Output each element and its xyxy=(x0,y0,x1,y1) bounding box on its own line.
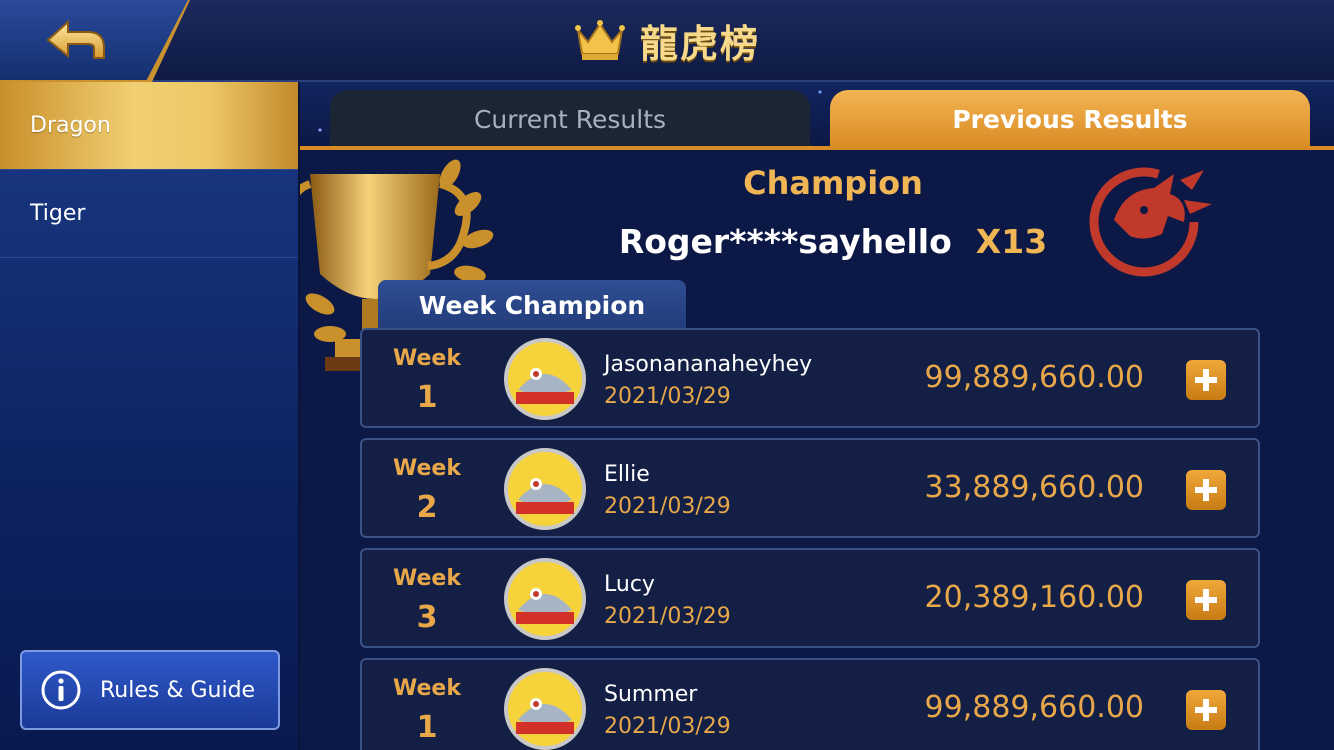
champion-label: Champion xyxy=(743,164,923,202)
player-name: Lucy xyxy=(604,572,655,597)
entry-date: 2021/03/29 xyxy=(604,384,731,409)
entry-date: 2021/03/29 xyxy=(604,714,731,739)
plus-icon xyxy=(1195,369,1217,391)
list-item: Week 2 Ellie 2021/03/29 33,889,660.00 xyxy=(360,438,1260,538)
score-amount: 20,389,160.00 xyxy=(924,580,1144,615)
title-group: 龍虎榜 xyxy=(0,0,1334,80)
top-bar: 龍虎榜 xyxy=(0,0,1334,82)
expand-button[interactable] xyxy=(1186,690,1226,730)
tab-current-results[interactable]: Current Results xyxy=(330,90,810,148)
avatar-icon xyxy=(504,448,586,530)
tab-underline xyxy=(300,146,1334,150)
expand-button[interactable] xyxy=(1186,580,1226,620)
score-amount: 99,889,660.00 xyxy=(924,360,1144,395)
sidebar-item-tiger[interactable]: Tiger xyxy=(0,170,298,258)
plus-icon xyxy=(1195,589,1217,611)
entry-date: 2021/03/29 xyxy=(604,604,731,629)
tab-previous-results[interactable]: Previous Results xyxy=(830,90,1310,148)
dragon-emblem-icon xyxy=(1089,167,1212,277)
sidebar: Dragon Tiger Rules & Guide xyxy=(0,82,300,750)
score-amount: 33,889,660.00 xyxy=(924,470,1144,505)
rules-guide-button[interactable]: Rules & Guide xyxy=(20,650,280,730)
plus-icon xyxy=(1195,699,1217,721)
player-name: Jasonananaheyhey xyxy=(604,352,813,377)
champion-row: Roger****sayhello X13 xyxy=(600,222,1066,261)
week-number: 1 xyxy=(416,710,438,745)
week-number: 3 xyxy=(416,600,438,635)
list-item: Week 3 Lucy 2021/03/29 20,389,160.00 xyxy=(360,548,1260,648)
week-champion-list: Week 1 Jasonananaheyhey 2021/03/29 99,88… xyxy=(360,328,1260,750)
crown-icon xyxy=(574,20,625,60)
week-number: 1 xyxy=(416,380,438,415)
avatar-icon xyxy=(504,338,586,420)
avatar-icon xyxy=(504,668,586,750)
rules-guide-label: Rules & Guide xyxy=(100,677,256,703)
expand-button[interactable] xyxy=(1186,470,1226,510)
score-amount: 99,889,660.00 xyxy=(924,690,1144,725)
champion-multiplier: X13 xyxy=(975,222,1048,261)
info-icon xyxy=(41,670,81,710)
week-label: Week xyxy=(393,456,461,481)
player-name: Ellie xyxy=(604,462,650,487)
sidebar-item-dragon[interactable]: Dragon xyxy=(0,82,298,170)
expand-button[interactable] xyxy=(1186,360,1226,400)
player-name: Summer xyxy=(604,682,698,707)
page-title: 龍虎榜 xyxy=(639,21,760,66)
champion-name: Roger****sayhello xyxy=(618,222,952,261)
week-label: Week xyxy=(393,566,461,591)
list-item: Week 1 Jasonananaheyhey 2021/03/29 99,88… xyxy=(360,328,1260,428)
week-number: 2 xyxy=(416,490,438,525)
entry-date: 2021/03/29 xyxy=(604,494,731,519)
main-panel: Current Results Previous Results Champio… xyxy=(300,82,1334,750)
plus-icon xyxy=(1195,479,1217,501)
avatar-icon xyxy=(504,558,586,640)
list-item: Week 1 Summer 2021/03/29 99,889,660.00 xyxy=(360,658,1260,750)
week-label: Week xyxy=(393,676,461,701)
week-champion-tab: Week Champion xyxy=(378,280,686,330)
week-label: Week xyxy=(393,346,461,371)
